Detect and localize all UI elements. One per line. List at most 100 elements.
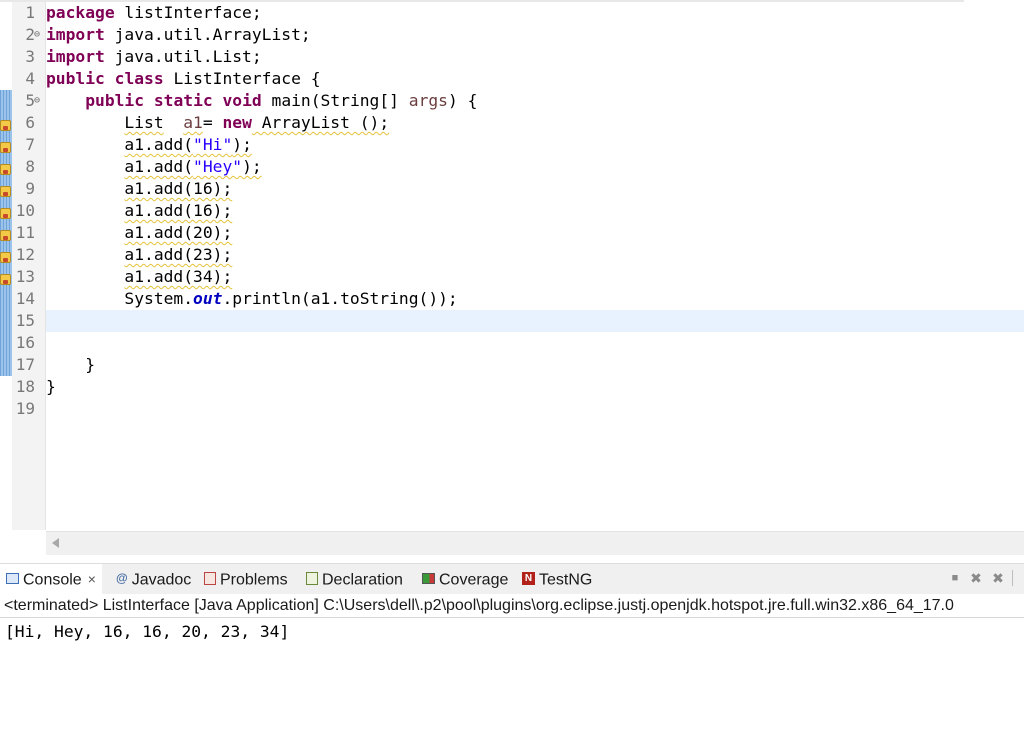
code-editor[interactable]: 1 2 ⊖ 3 4 5 ⊖ 6 7 8 9 10 11 12 13 14 15 … bbox=[0, 0, 1024, 555]
fold-collapse-icon[interactable]: ⊖ bbox=[34, 90, 40, 112]
tab-declaration[interactable]: Declaration bbox=[306, 564, 403, 595]
console-output-text: [Hi, Hey, 16, 16, 20, 23, 34] bbox=[5, 622, 290, 641]
testng-icon: N bbox=[522, 572, 535, 586]
keyword: new bbox=[222, 113, 252, 132]
code-text: java.util.List; bbox=[104, 47, 262, 66]
code-text: a1.add(34); bbox=[124, 267, 233, 286]
line-number: 18 bbox=[15, 377, 35, 396]
close-icon[interactable]: × bbox=[88, 571, 96, 587]
line-number: 6 bbox=[25, 113, 35, 132]
code-text: a1.add(23); bbox=[124, 245, 233, 264]
code-line: a1.add(16); bbox=[46, 200, 1024, 222]
panel-separator[interactable] bbox=[0, 555, 1024, 563]
keyword: import bbox=[46, 47, 105, 66]
keyword: public bbox=[85, 91, 145, 110]
tab-testng[interactable]: N TestNG bbox=[522, 564, 592, 595]
code-text: } bbox=[46, 355, 96, 374]
line-number: 2 bbox=[25, 25, 35, 44]
line-number: 14 bbox=[15, 289, 35, 308]
tab-label: TestNG bbox=[539, 571, 593, 589]
scroll-corner bbox=[0, 531, 46, 555]
code-text: ArrayList (); bbox=[251, 113, 390, 132]
keyword: static bbox=[153, 91, 213, 110]
code-text: a1.add( bbox=[124, 135, 194, 154]
line-number: 1 bbox=[25, 3, 35, 22]
console-status-line: <terminated> ListInterface [Java Applica… bbox=[0, 594, 1024, 618]
toolbar-separator bbox=[1012, 570, 1013, 586]
line-number-gutter: 1 2 ⊖ 3 4 5 ⊖ 6 7 8 9 10 11 12 13 14 15 … bbox=[12, 2, 46, 530]
code-line: import java.util.ArrayList; bbox=[46, 24, 1024, 46]
code-text: a1.add(16); bbox=[124, 179, 233, 198]
string-literal: "Hey" bbox=[193, 157, 243, 176]
tab-console[interactable]: Console × bbox=[0, 564, 102, 595]
code-line: } bbox=[46, 354, 1024, 376]
line-number: 9 bbox=[25, 179, 35, 198]
keyword: import bbox=[46, 25, 105, 44]
tab-label: Problems bbox=[220, 571, 288, 589]
tab-label: Javadoc bbox=[131, 571, 192, 589]
scroll-left-icon[interactable] bbox=[52, 538, 59, 548]
code-text: = bbox=[202, 113, 223, 132]
code-text: a1.add(20); bbox=[124, 223, 233, 242]
line-number: 5 bbox=[25, 91, 35, 110]
code-text: main(String[] bbox=[261, 91, 409, 110]
remove-all-terminated-icon[interactable]: ✖ bbox=[991, 571, 1005, 585]
code-text: ) { bbox=[447, 91, 478, 110]
tab-label: Coverage bbox=[439, 571, 509, 589]
code-text: } bbox=[46, 377, 56, 396]
tab-problems[interactable]: Problems bbox=[204, 564, 288, 595]
code-text: ); bbox=[232, 135, 252, 154]
code-text: a1.add( bbox=[124, 157, 194, 176]
code-line: a1.add(16); bbox=[46, 178, 1024, 200]
code-text-area[interactable]: package listInterface; import java.util.… bbox=[46, 2, 1024, 530]
code-line: import java.util.List; bbox=[46, 46, 1024, 68]
tab-label: Declaration bbox=[322, 571, 403, 589]
code-text: java.util.ArrayList; bbox=[104, 25, 311, 44]
code-text: a1.add(16); bbox=[124, 201, 233, 220]
coverage-icon bbox=[422, 573, 435, 585]
tab-coverage[interactable]: Coverage bbox=[422, 564, 508, 595]
current-line-highlight[interactable] bbox=[46, 310, 1024, 332]
code-line: package listInterface; bbox=[46, 2, 1024, 24]
line-number: 4 bbox=[25, 69, 35, 88]
code-line: List a1= new ArrayList (); bbox=[46, 112, 1024, 134]
variable: a1 bbox=[183, 113, 203, 132]
line-number: 11 bbox=[15, 223, 35, 242]
remove-launch-icon[interactable]: ✖ bbox=[969, 571, 983, 585]
view-tab-bar: Console × @ Javadoc Problems Declaration C… bbox=[0, 563, 1024, 595]
horizontal-scrollbar[interactable] bbox=[46, 531, 1024, 555]
string-literal: "Hi" bbox=[193, 135, 233, 154]
code-text: System. bbox=[124, 289, 194, 308]
line-number: 13 bbox=[15, 267, 35, 286]
code-line: a1.add(20); bbox=[46, 222, 1024, 244]
terminate-icon[interactable]: ■ bbox=[948, 571, 962, 585]
code-line: System.out.println(a1.toString()); bbox=[46, 288, 1024, 310]
fold-collapse-icon[interactable]: ⊖ bbox=[34, 24, 40, 46]
problems-icon bbox=[204, 572, 216, 586]
line-number: 10 bbox=[15, 201, 35, 220]
line-number: 17 bbox=[15, 355, 35, 374]
keyword: void bbox=[222, 91, 262, 110]
code-text: ListInterface { bbox=[163, 69, 321, 88]
tab-label: Console bbox=[23, 571, 82, 589]
code-line: a1.add("Hey"); bbox=[46, 156, 1024, 178]
console-output-area[interactable]: [Hi, Hey, 16, 16, 20, 23, 34] bbox=[0, 619, 1024, 741]
keyword: package bbox=[46, 3, 115, 22]
javadoc-icon: @ bbox=[116, 571, 128, 586]
line-number: 8 bbox=[25, 157, 35, 176]
line-number: 16 bbox=[15, 333, 35, 352]
code-line: public class ListInterface { bbox=[46, 68, 1024, 90]
static-field: out bbox=[193, 289, 223, 308]
tab-javadoc[interactable]: @ Javadoc bbox=[116, 564, 191, 595]
